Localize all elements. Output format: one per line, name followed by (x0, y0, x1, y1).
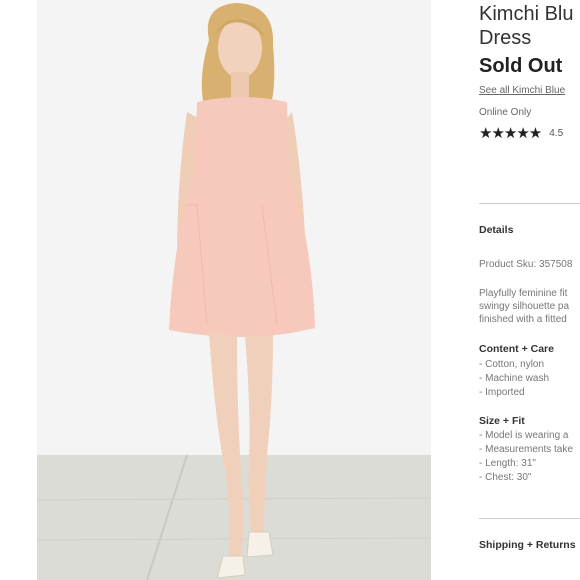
product-title: Kimchi Blu Dress (479, 2, 573, 50)
shipping-returns-heading[interactable]: Shipping + Returns (479, 539, 576, 551)
description-line: finished with a fitted (479, 314, 567, 325)
product-image[interactable] (37, 0, 431, 580)
product-sku: Product Sku: 357508 (479, 259, 573, 270)
size-fit-item: - Chest: 30" (479, 472, 532, 483)
size-fit-item: - Model is wearing a (479, 430, 569, 441)
product-info-panel: Kimchi Blu Dress Sold Out See all Kimchi… (479, 0, 580, 580)
size-fit-item: - Length: 31" (479, 458, 536, 469)
see-all-brand-link[interactable]: See all Kimchi Blue (479, 85, 565, 96)
product-title-line-1: Kimchi Blu (479, 3, 574, 25)
section-divider (479, 518, 580, 519)
size-fit-item: - Measurements take (479, 444, 573, 455)
content-care-item: - Cotton, nylon (479, 359, 545, 370)
content-care-heading: Content + Care (479, 343, 554, 355)
model-figure (37, 3, 431, 580)
description-line: swingy silhouette pa (479, 301, 570, 312)
sold-out-status: Sold Out (479, 55, 563, 77)
availability-label: Online Only (479, 107, 532, 118)
content-care-item: - Machine wash (479, 373, 550, 384)
page-margin (0, 0, 37, 580)
gutter (431, 0, 479, 580)
size-fit-heading: Size + Fit (479, 415, 525, 427)
product-title-line-2: Dress (479, 27, 532, 49)
rating-stars-icon: ★★★★★ (479, 125, 542, 142)
content-care-item: - Imported (479, 387, 525, 398)
product-rating[interactable]: ★★★★★ 4.5 (479, 124, 563, 142)
section-divider (479, 203, 580, 204)
rating-value: 4.5 (549, 128, 564, 139)
details-heading[interactable]: Details (479, 224, 513, 236)
description-line: Playfully feminine fit (479, 288, 568, 299)
